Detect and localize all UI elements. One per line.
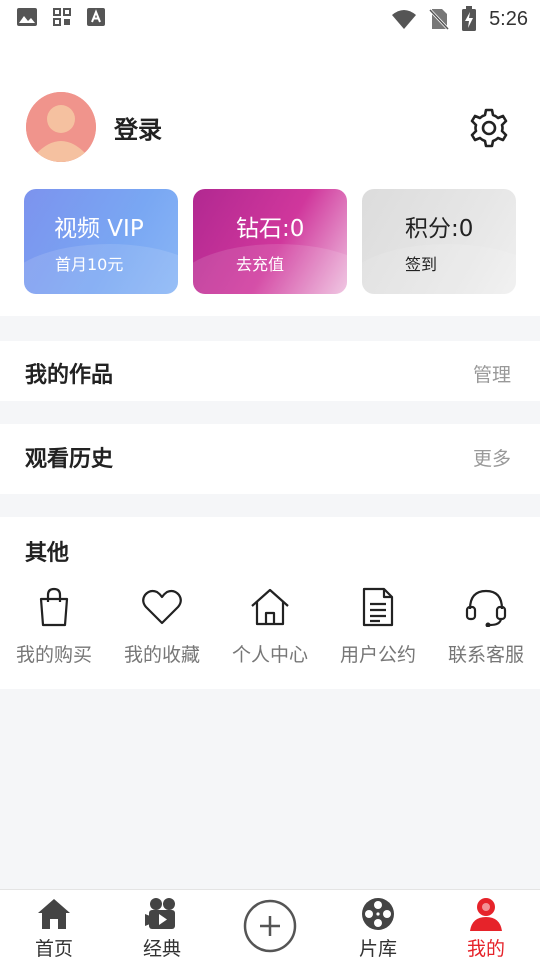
- tab-mine-label: 我的: [466, 938, 505, 960]
- heart-icon: [142, 589, 182, 625]
- font-a-icon: [87, 8, 105, 26]
- video-camera-icon: [145, 898, 175, 929]
- user-agreement-label: 用户公约: [339, 644, 416, 666]
- diamond-card[interactable]: 钻石:0 去充值: [193, 189, 347, 294]
- vip-card-subtitle: 首月10元: [55, 255, 124, 274]
- vip-card[interactable]: 视频 VIP 首月10元: [24, 189, 178, 294]
- tab-library[interactable]: 片库: [324, 890, 432, 960]
- profile-section: 登录 视频 VIP 首月10元 钻石:0 去充值 积分:0 签到: [0, 36, 540, 316]
- my-favorites-item[interactable]: 我的收藏: [108, 587, 216, 677]
- tab-home-label: 首页: [34, 938, 73, 960]
- personal-center-label: 个人中心: [231, 644, 308, 666]
- status-time: 5:26: [489, 7, 528, 30]
- my-purchases-label: 我的购买: [15, 644, 92, 666]
- user-agreement-item[interactable]: 用户公约: [324, 587, 432, 677]
- more-link[interactable]: 更多: [473, 444, 511, 471]
- my-works-row[interactable]: 我的作品 管理: [0, 341, 540, 401]
- user-avatar-icon: [26, 92, 96, 162]
- document-icon: [362, 587, 394, 627]
- others-section: 其他 我的购买 我的收藏 个人中心 用户公约 联系客服: [0, 517, 540, 689]
- watch-history-row[interactable]: 观看历史 更多: [0, 424, 540, 494]
- manage-link[interactable]: 管理: [473, 360, 511, 387]
- points-card-title: 积分:0: [405, 216, 474, 242]
- vip-card-title: 视频 VIP: [54, 216, 144, 242]
- home-icon: [38, 899, 70, 929]
- apps-grid-icon: [53, 8, 71, 26]
- no-sim-icon: [429, 8, 450, 31]
- tab-mine[interactable]: 我的: [432, 890, 540, 960]
- tab-home[interactable]: 首页: [0, 890, 108, 960]
- wifi-icon: [392, 10, 417, 29]
- login-link[interactable]: 登录: [114, 110, 162, 145]
- personal-center-item[interactable]: 个人中心: [216, 587, 324, 677]
- others-title: 其他: [25, 541, 70, 566]
- add-circle-icon: [243, 899, 297, 953]
- bottom-tab-bar: 首页 经典 片库 我的: [0, 889, 540, 960]
- my-purchases-item[interactable]: 我的购买: [0, 587, 108, 677]
- avatar[interactable]: [26, 92, 96, 162]
- tab-add-button[interactable]: [216, 890, 324, 960]
- headset-icon: [465, 589, 507, 627]
- battery-charging-icon: [462, 6, 477, 31]
- customer-service-label: 联系客服: [447, 644, 524, 666]
- diamond-card-subtitle: 去充值: [236, 255, 285, 274]
- shopping-bag-icon: [39, 587, 69, 627]
- diamond-card-title: 钻石:0: [236, 216, 305, 242]
- tab-classic[interactable]: 经典: [108, 890, 216, 960]
- my-works-title: 我的作品: [25, 363, 114, 388]
- tab-classic-label: 经典: [142, 938, 181, 960]
- my-favorites-label: 我的收藏: [123, 644, 200, 666]
- home-icon: [251, 588, 289, 626]
- film-reel-icon: [362, 898, 394, 930]
- tab-library-label: 片库: [358, 938, 397, 960]
- customer-service-item[interactable]: 联系客服: [432, 587, 540, 677]
- points-card[interactable]: 积分:0 签到: [362, 189, 516, 294]
- card-decoration: [362, 244, 516, 294]
- user-icon: [470, 898, 502, 931]
- status-bar: 5:26: [0, 0, 540, 36]
- watch-history-title: 观看历史: [25, 447, 114, 472]
- settings-gear-icon[interactable]: [468, 107, 510, 149]
- points-card-subtitle: 签到: [405, 255, 438, 274]
- gallery-icon: [17, 8, 37, 26]
